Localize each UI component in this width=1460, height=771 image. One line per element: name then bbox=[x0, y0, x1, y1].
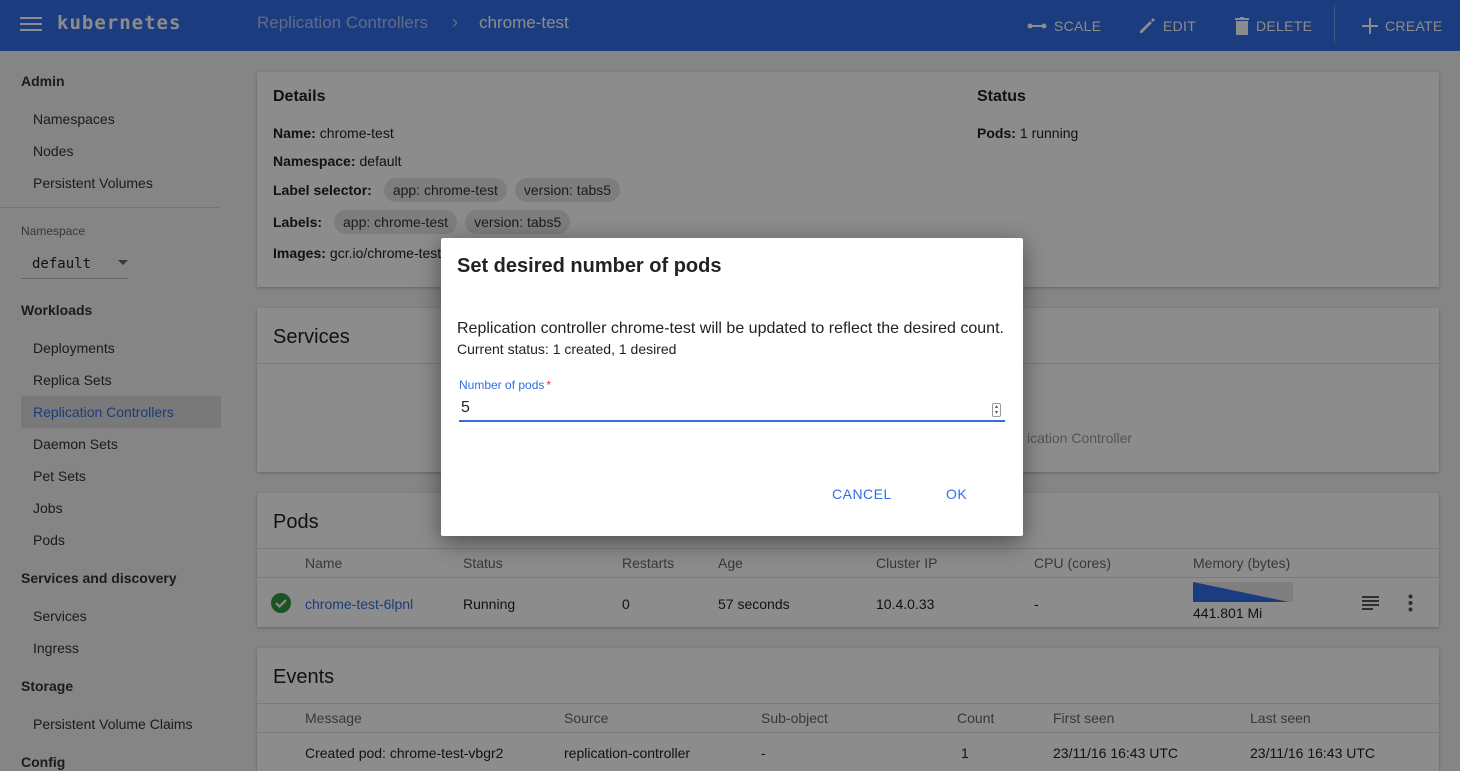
dialog-title: Set desired number of pods bbox=[457, 255, 722, 277]
cancel-button[interactable]: CANCEL bbox=[832, 486, 892, 502]
scale-dialog: Set desired number of pods Replication c… bbox=[441, 238, 1023, 536]
ok-button[interactable]: OK bbox=[946, 486, 967, 502]
number-stepper-icon[interactable]: ▴ ▾ bbox=[992, 403, 1001, 417]
pods-count-label: Number of pods * bbox=[459, 378, 551, 392]
dialog-message: Replication controller chrome-test will … bbox=[457, 320, 1004, 337]
pods-count-label-text: Number of pods bbox=[459, 378, 545, 392]
dialog-current-status: Current status: 1 created, 1 desired bbox=[457, 341, 677, 357]
pods-count-input[interactable] bbox=[459, 396, 1005, 422]
required-mark: * bbox=[546, 378, 552, 392]
